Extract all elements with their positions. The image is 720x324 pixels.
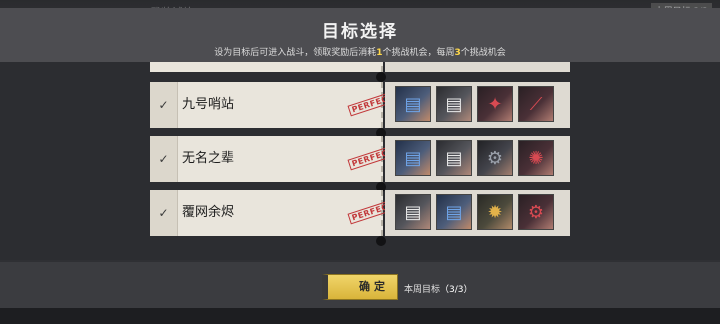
blue-book-icon[interactable]: ▤ (395, 86, 431, 122)
gold-part-icon[interactable]: ✹ (477, 194, 513, 230)
dialog-footer: 确定 本周目标（3/3） (0, 262, 720, 308)
weekly-target-status: 本周目标（3/3） (404, 282, 473, 295)
red-part-icon[interactable]: ✦ (477, 86, 513, 122)
list-item-partial[interactable] (150, 62, 570, 82)
reward-list: ▤ ▤ ✹ ⚙ (385, 190, 570, 236)
row-connector (376, 72, 386, 82)
check-icon[interactable]: ✓ (150, 190, 178, 236)
subtitle-text-3: 个挑战机会 (460, 48, 506, 58)
row-connector (376, 236, 386, 246)
subtitle-text-1: 设为目标后可进入战斗，领取奖励后消耗 (214, 48, 377, 58)
gray-book-icon[interactable]: ▤ (395, 194, 431, 230)
target-name: 覆网余烬 (182, 205, 235, 220)
target-card[interactable]: ✓ 覆网余烬 PERFECT (150, 190, 398, 236)
list-item-target-2[interactable]: ✓ 无名之辈 PERFECT ▤ ▤ ⚙ ✺ (150, 136, 570, 192)
dialog-title: 目标选择 (322, 22, 398, 42)
dialog-subtitle: 设为目标后可进入战斗，领取奖励后消耗1个挑战机会，每周3个挑战机会 (0, 45, 720, 58)
red-blade-icon[interactable]: ⟋ (518, 86, 554, 122)
dialog-header: 目标选择 设为目标后可进入战斗，领取奖励后消耗1个挑战机会，每周3个挑战机会 (0, 8, 720, 62)
target-card[interactable]: ✓ 九号哨站 PERFECT (150, 82, 398, 128)
reward-list: ▤ ▤ ⚙ ✺ (385, 136, 570, 182)
target-list[interactable]: ✓ 九号哨站 PERFECT ▤ ▤ ✦ ⟋ ✓ 无名之辈 PERFECT ▤ ▤ ⚙ ✺ … (0, 62, 720, 260)
list-item-target-3[interactable]: ✓ 覆网余烬 PERFECT ▤ ▤ ✹ ⚙ (150, 190, 570, 246)
confirm-button[interactable]: 确定 (322, 274, 398, 300)
blue-book-icon[interactable]: ▤ (436, 194, 472, 230)
list-item-partial-left (150, 62, 383, 72)
rifle-part-icon[interactable]: ⚙ (477, 140, 513, 176)
weekly-target-label: 本周目标 (404, 285, 441, 295)
check-icon[interactable]: ✓ (150, 82, 178, 128)
list-item-partial-rewards (385, 62, 570, 72)
subtitle-text-2: 个挑战机会，每周 (382, 48, 455, 58)
target-name: 无名之辈 (182, 151, 235, 166)
list-item-target-1[interactable]: ✓ 九号哨站 PERFECT ▤ ▤ ✦ ⟋ (150, 82, 570, 138)
red-gear-icon[interactable]: ✺ (518, 140, 554, 176)
blue-book-icon[interactable]: ▤ (395, 140, 431, 176)
target-name: 九号哨站 (182, 97, 235, 112)
check-icon[interactable]: ✓ (150, 136, 178, 182)
bottom-bar (0, 308, 720, 324)
target-card[interactable]: ✓ 无名之辈 PERFECT (150, 136, 398, 182)
reward-list: ▤ ▤ ✦ ⟋ (385, 82, 570, 128)
cannon-part-icon[interactable]: ⚙ (518, 194, 554, 230)
gray-book-icon[interactable]: ▤ (436, 86, 472, 122)
gray-book-icon[interactable]: ▤ (436, 140, 472, 176)
weekly-target-count: （3/3） (440, 285, 473, 295)
